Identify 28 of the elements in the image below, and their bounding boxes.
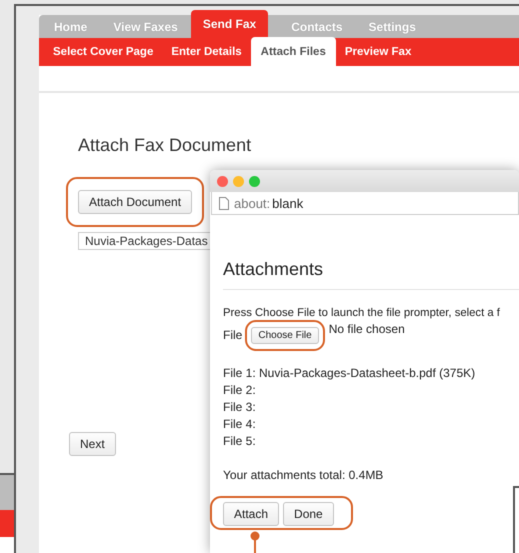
attach-document-button[interactable]: Attach Document xyxy=(78,190,192,214)
file-entry: File 2: xyxy=(223,382,257,399)
address-bar[interactable]: about:blank xyxy=(211,192,519,215)
dialog-button[interactable]: Attach xyxy=(223,502,280,526)
no-file-text: No file chosen xyxy=(328,321,405,338)
nav-tab[interactable]: Send Fax xyxy=(190,10,268,38)
url-page: blank xyxy=(272,196,304,210)
next-button[interactable]: Next xyxy=(69,432,116,456)
popup-heading: Attachments xyxy=(223,259,324,281)
close-icon[interactable] xyxy=(217,176,228,186)
maximize-icon[interactable] xyxy=(249,176,260,186)
url-scheme: about: xyxy=(234,196,270,210)
page-heading: Attach Fax Document xyxy=(78,135,252,157)
dialog-button[interactable]: Done xyxy=(283,502,334,526)
file-entry: File 3: xyxy=(223,399,257,416)
file-entry: File 4: xyxy=(223,416,257,433)
page-icon xyxy=(219,196,229,210)
file-label: File xyxy=(223,327,242,344)
instructions-text: Press Choose File to launch the file prompter, select a f xyxy=(223,306,500,321)
total-text: Your attachments total: 0.4MB xyxy=(223,467,384,484)
minimize-icon[interactable] xyxy=(233,176,244,186)
step-tab[interactable]: Preview Fax xyxy=(336,38,420,66)
step-tab[interactable]: Select Cover Page xyxy=(44,38,162,66)
choose-file-button[interactable]: Choose File xyxy=(251,327,319,344)
file-entry: File 1: Nuvia-Packages-Datasheet-b.pdf (375K) xyxy=(223,365,476,382)
step-tab[interactable]: Attach Files xyxy=(250,37,336,66)
file-entry: File 5: xyxy=(223,433,257,450)
step-tab[interactable]: Enter Details xyxy=(162,38,251,66)
